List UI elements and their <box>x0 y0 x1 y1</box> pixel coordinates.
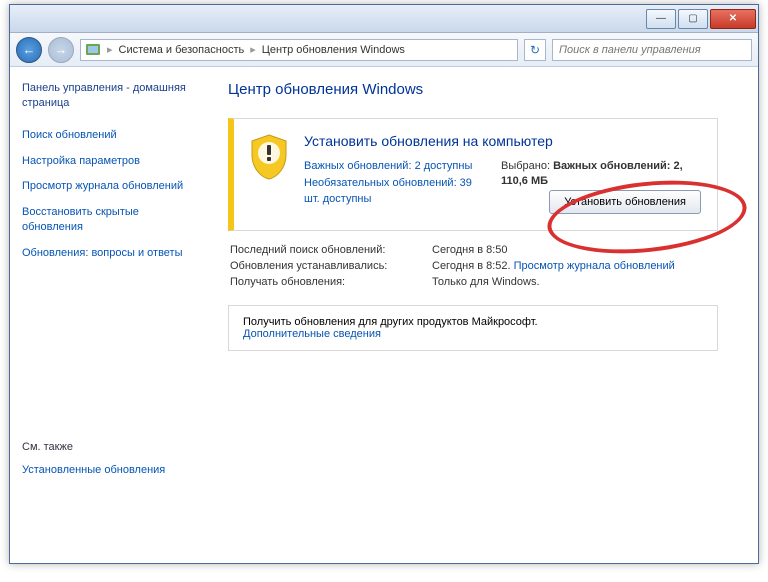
control-panel-icon <box>85 42 101 58</box>
selected-summary: Выбрано: Важных обновлений: 2, 110,6 МБ … <box>501 159 701 214</box>
detail-value: Сегодня в 8:52. Просмотр журнала обновле… <box>432 259 716 273</box>
maximize-button[interactable]: ▢ <box>678 9 708 29</box>
sidebar-link-view-history[interactable]: Просмотр журнала обновлений <box>22 179 198 194</box>
sidebar-link-faq[interactable]: Обновления: вопросы и ответы <box>22 246 198 261</box>
detail-row-receive-for: Получать обновления: Только для Windows. <box>230 275 716 289</box>
nav-bar: ← → ▸ Система и безопасность ▸ Центр обн… <box>10 33 758 67</box>
minimize-button[interactable]: — <box>646 9 676 29</box>
chevron-right-icon: ▸ <box>107 43 113 56</box>
optional-updates-link[interactable]: Необязательных обновлений: 39 шт. доступ… <box>304 176 481 207</box>
install-updates-button[interactable]: Установить обновления <box>549 190 701 214</box>
alert-headline: Установить обновления на компьютер <box>304 133 701 149</box>
detail-row-last-install: Обновления устанавливались: Сегодня в 8:… <box>230 259 716 273</box>
view-history-link[interactable]: Просмотр журнала обновлений <box>514 260 675 272</box>
see-also-heading: См. также <box>22 441 198 453</box>
breadcrumb[interactable]: ▸ Система и безопасность ▸ Центр обновле… <box>80 39 518 61</box>
search-input[interactable] <box>552 39 752 61</box>
detail-value: Сегодня в 8:50 <box>432 243 716 257</box>
breadcrumb-item-2[interactable]: Центр обновления Windows <box>262 44 405 56</box>
other-products-box: Получить обновления для других продуктов… <box>228 305 718 351</box>
update-alert-box: Установить обновления на компьютер Важны… <box>228 118 718 231</box>
detail-label: Получать обновления: <box>230 275 430 289</box>
important-updates-link[interactable]: Важных обновлений: 2 доступны <box>304 159 481 174</box>
forward-button[interactable]: → <box>48 37 74 63</box>
learn-more-link[interactable]: Дополнительные сведения <box>243 328 703 340</box>
selected-label: Выбрано: <box>501 160 553 172</box>
detail-label: Обновления устанавливались: <box>230 259 430 273</box>
alert-content: Установить обновления на компьютер Важны… <box>304 133 701 214</box>
control-panel-home-link[interactable]: Панель управления - домашняя страница <box>22 81 198 112</box>
shield-warning-icon <box>248 133 290 181</box>
promo-text: Получить обновления для других продуктов… <box>243 316 703 328</box>
sidebar: Панель управления - домашняя страница По… <box>10 67 210 563</box>
detail-value: Только для Windows. <box>432 275 716 289</box>
close-button[interactable]: ✕ <box>710 9 756 29</box>
detail-label: Последний поиск обновлений: <box>230 243 430 257</box>
content-body: Панель управления - домашняя страница По… <box>10 67 758 563</box>
window: — ▢ ✕ ← → ▸ Система и безопасность ▸ Цен… <box>9 4 759 564</box>
chevron-right-icon: ▸ <box>250 43 256 56</box>
back-button[interactable]: ← <box>16 37 42 63</box>
title-bar: — ▢ ✕ <box>10 5 758 33</box>
sidebar-link-restore-hidden[interactable]: Восстановить скрытые обновления <box>22 205 198 235</box>
breadcrumb-item-1[interactable]: Система и безопасность <box>119 44 245 56</box>
refresh-button[interactable]: ↻ <box>524 39 546 61</box>
update-details-table: Последний поиск обновлений: Сегодня в 8:… <box>228 241 718 291</box>
page-title: Центр обновления Windows <box>228 81 736 98</box>
sidebar-link-check-updates[interactable]: Поиск обновлений <box>22 128 198 143</box>
detail-row-last-check: Последний поиск обновлений: Сегодня в 8:… <box>230 243 716 257</box>
main-panel: Центр обновления Windows Установить обно… <box>210 67 758 563</box>
sidebar-link-installed-updates[interactable]: Установленные обновления <box>22 463 198 478</box>
sidebar-link-change-settings[interactable]: Настройка параметров <box>22 154 198 169</box>
